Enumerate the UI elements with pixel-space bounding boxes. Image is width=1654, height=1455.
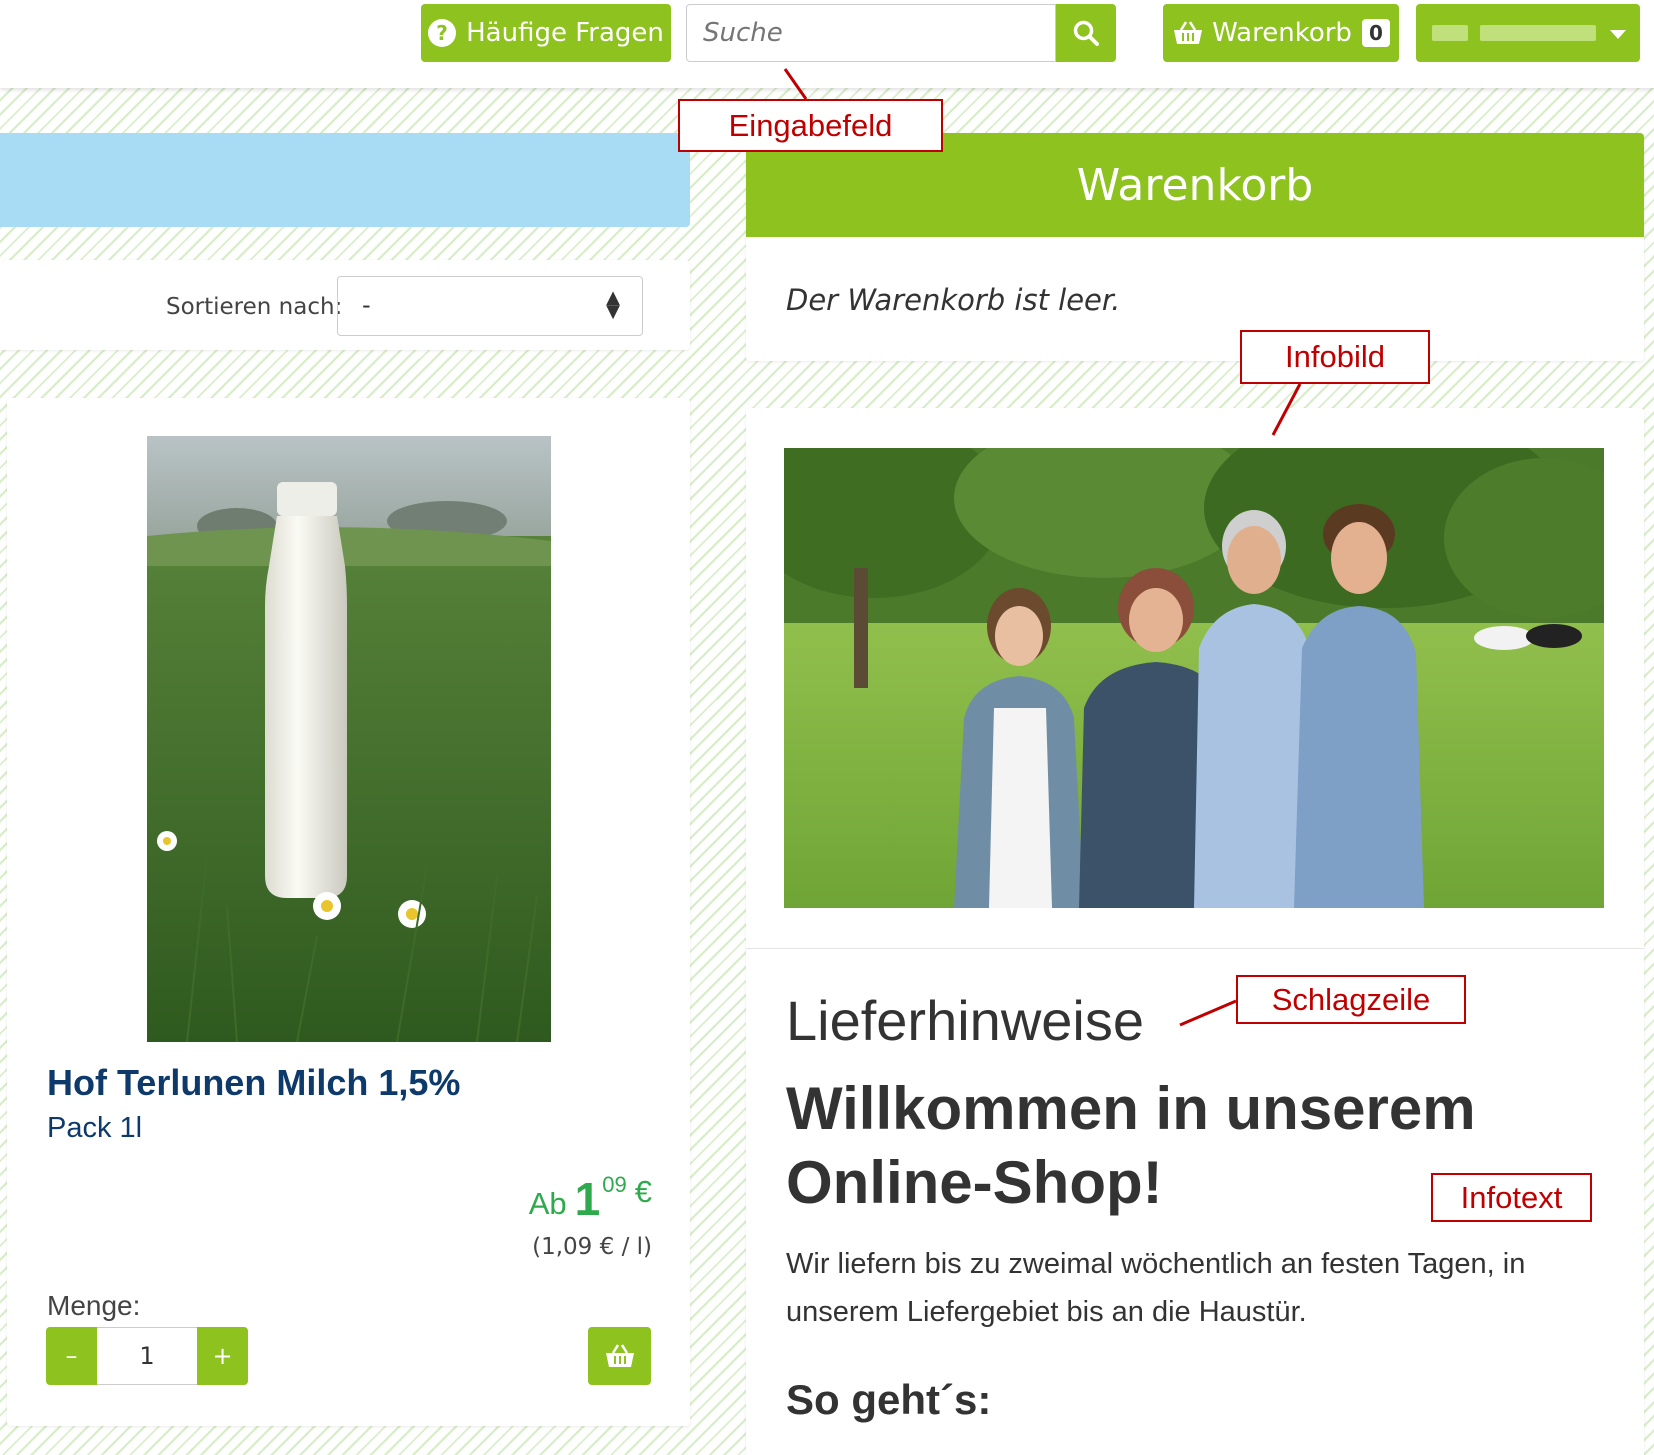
- cart-panel: Warenkorb Der Warenkorb ist leer.: [746, 133, 1644, 361]
- product-price: Ab 1 09 €: [529, 1168, 652, 1226]
- select-arrows-icon: ▲ ▼: [606, 287, 620, 322]
- sort-panel: Sortieren nach: - ▲ ▼: [0, 260, 690, 350]
- sort-label: Sortieren nach:: [166, 294, 343, 320]
- search-button[interactable]: [1056, 4, 1116, 62]
- question-icon: ?: [428, 19, 457, 47]
- info-text: Wir liefern bis zu zweimal wöchentlich a…: [786, 1248, 1526, 1328]
- quantity-label: Menge:: [47, 1290, 141, 1321]
- info-heading: Lieferhinweise: [786, 989, 1144, 1052]
- annotation-infotext: Infotext: [1431, 1173, 1592, 1222]
- cart-button[interactable]: Warenkorb 0: [1163, 4, 1399, 62]
- basket-icon: [605, 1344, 634, 1367]
- blurred-username: [1480, 25, 1596, 41]
- price-currency: €: [634, 1174, 652, 1209]
- add-to-cart-button[interactable]: [588, 1327, 651, 1385]
- product-card: Hof Terlunen Milch 1,5% Pack 1l Ab 1 09 …: [7, 398, 690, 1426]
- search-input[interactable]: [686, 4, 1056, 62]
- search-icon: [1073, 20, 1099, 46]
- quantity-decrease-button[interactable]: –: [46, 1327, 97, 1385]
- price-integer: 1: [574, 1173, 601, 1225]
- annotation-schlagzeile: Schlagzeile: [1236, 975, 1466, 1024]
- price-prefix: Ab: [528, 1186, 567, 1221]
- annotation-infobild: Infobild: [1240, 330, 1430, 384]
- quantity-increase-button[interactable]: +: [197, 1327, 248, 1385]
- basket-icon: [1174, 21, 1203, 44]
- cart-count-badge: 0: [1361, 19, 1390, 47]
- unit-price: (1,09 € / l): [532, 1234, 652, 1260]
- cart-empty-message: Der Warenkorb ist leer.: [786, 283, 1121, 317]
- info-subheading: So geht´s:: [786, 1376, 992, 1423]
- info-panel: Lieferhinweise Willkommen in unserem Onl…: [746, 408, 1644, 1455]
- sort-selected-value: -: [362, 291, 371, 319]
- info-image: [784, 448, 1604, 908]
- faq-button[interactable]: ? Häufige Fragen: [421, 4, 671, 62]
- category-banner: [0, 133, 690, 227]
- sort-select[interactable]: - ▲ ▼: [337, 276, 643, 336]
- product-unit: Pack 1l: [47, 1112, 143, 1144]
- product-image[interactable]: [147, 436, 551, 1042]
- product-title[interactable]: Hof Terlunen Milch 1,5%: [47, 1062, 460, 1104]
- caret-down-icon: [1610, 30, 1626, 39]
- quantity-input[interactable]: 1: [97, 1327, 197, 1385]
- cart-button-label: Warenkorb: [1212, 18, 1352, 48]
- price-decimal: 09: [602, 1172, 627, 1197]
- divider: [746, 948, 1644, 949]
- user-menu-button[interactable]: [1416, 4, 1640, 62]
- blurred-username: [1432, 25, 1468, 41]
- faq-label: Häufige Fragen: [466, 18, 664, 48]
- annotation-eingabefeld: Eingabefeld: [678, 99, 943, 152]
